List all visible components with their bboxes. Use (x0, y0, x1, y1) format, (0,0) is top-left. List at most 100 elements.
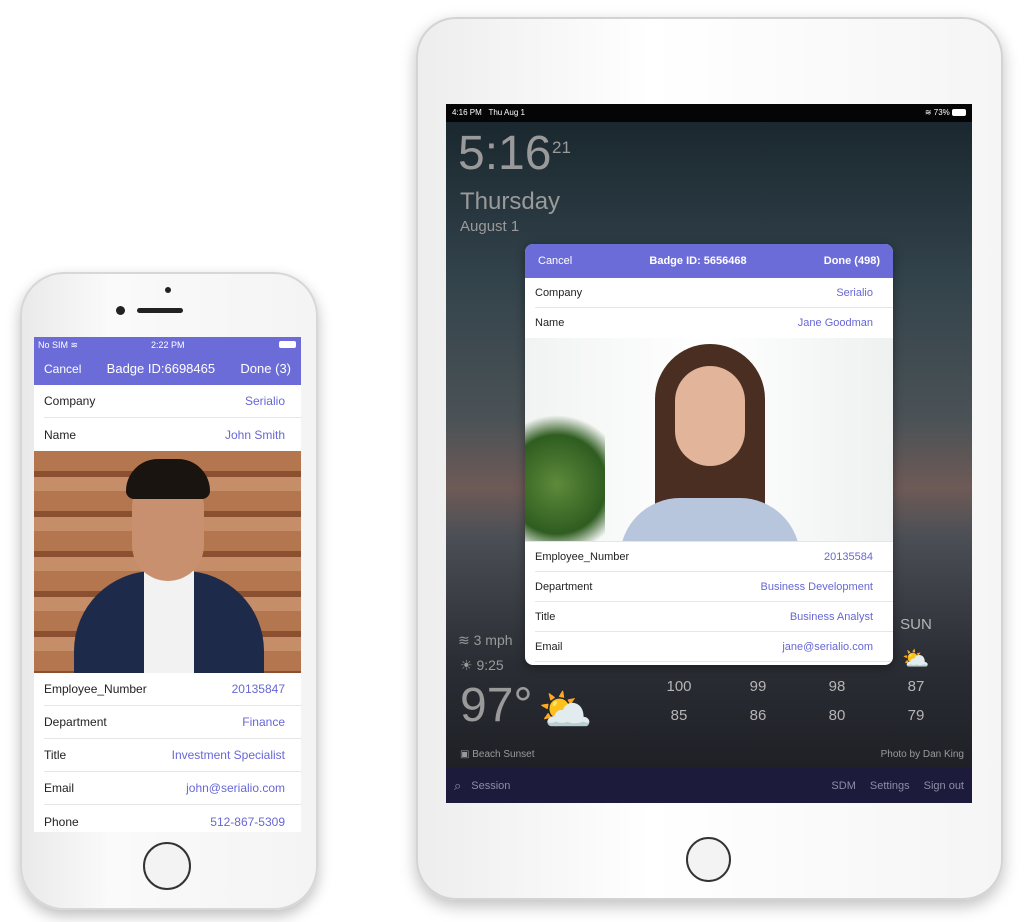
field-value: 20135847 (231, 682, 285, 696)
camera-icon: ▣ (460, 749, 473, 760)
wifi-icon: ≋ (70, 340, 79, 350)
front-camera (116, 306, 125, 315)
badge-photo (34, 451, 301, 673)
status-time: 4:16 PM (452, 108, 482, 117)
forecast-high: 100 (666, 678, 692, 695)
battery-percent: 73% (933, 108, 950, 117)
forecast-low: 86 (749, 707, 767, 724)
field-employee-number: Employee_Number 20135584 (535, 542, 893, 572)
field-value: Investment Specialist (171, 748, 285, 762)
clock-date: August 1 (460, 218, 520, 235)
nav-bar: Cancel Badge ID:6698465 Done (3) (34, 352, 301, 385)
field-title: Title Business Analyst (535, 602, 893, 632)
forecast-high: 99 (749, 678, 767, 695)
ipad-device: 4:16 PM Thu Aug 1 ≋ 73% 5:16 21 Thursday… (416, 17, 1003, 900)
status-bar: No SIM ≋ 2:22 PM (34, 337, 301, 352)
cancel-button[interactable]: Cancel (538, 255, 572, 267)
field-department: Department Business Development (535, 572, 893, 602)
clock-time: 5:16 (458, 127, 552, 180)
field-value: Business Analyst (789, 610, 873, 623)
field-label: Company (44, 394, 96, 408)
clock-day: Thursday (460, 188, 561, 215)
field-label: Title (535, 610, 556, 623)
phone-link[interactable]: 512-867-5309 (210, 815, 285, 829)
home-button[interactable] (143, 842, 191, 890)
field-employee-number: Employee_Number 20135847 (44, 673, 301, 706)
photo-credit: Photo by Dan King (880, 749, 964, 760)
wind-speed: 3 mph (473, 632, 513, 648)
done-button[interactable]: Done (498) (824, 255, 880, 267)
field-name: Name Jane Goodman (535, 308, 893, 338)
field-name: Name John Smith (44, 418, 301, 451)
field-label: Name (44, 427, 77, 442)
field-label: Name (535, 317, 565, 329)
field-email: Email john@serialio.com (44, 772, 301, 805)
badge-title: Badge ID: 5656468 (649, 255, 747, 267)
wifi-icon: ≋ (924, 108, 934, 117)
forecast-high: 98 (828, 678, 846, 695)
field-label: Email (535, 640, 563, 653)
forecast-low: 80 (828, 707, 846, 724)
status-bar: 4:16 PM Thu Aug 1 ≋ 73% (446, 104, 972, 122)
field-label: Department (535, 580, 593, 593)
clock-seconds: 21 (552, 138, 571, 157)
modal-header: Cancel Badge ID: 5656468 Done (498) (525, 244, 893, 278)
sensor (165, 287, 171, 293)
carrier: No SIM (38, 340, 69, 350)
sign-out-button[interactable]: Sign out (924, 780, 964, 792)
field-phone: Phone 512-867-5309 (44, 805, 301, 832)
field-label: Department (44, 715, 107, 729)
field-value: Business Development (760, 580, 873, 593)
field-label: Email (44, 781, 75, 795)
field-label: Employee_Number (44, 682, 147, 696)
partly-cloudy-icon: ⛅ (538, 686, 593, 735)
wind: ≋ 3 mph (458, 632, 513, 649)
photo-title: ▣ Beach Sunset (460, 749, 535, 760)
field-value: John Smith (224, 427, 285, 442)
field-value: Jane Goodman (797, 317, 873, 329)
forecast-day: SUN ⛅ 87 79 (886, 616, 946, 724)
phone-screen: No SIM ≋ 2:22 PM Cancel Badge ID:6698465… (34, 337, 301, 832)
cancel-button[interactable]: Cancel (44, 362, 81, 376)
speaker (137, 308, 183, 313)
email-link[interactable]: john@serialio.com (186, 781, 285, 795)
field-value: Serialio (836, 286, 873, 299)
wind-icon: ≋ (458, 632, 474, 648)
sunset-time: 9:25 (476, 657, 504, 673)
field-label: Phone (44, 814, 79, 829)
sun-cloud-icon: ⛅ (902, 646, 930, 671)
field-department: Department Finance (44, 706, 301, 739)
battery-icon (279, 341, 296, 348)
field-label: Title (44, 748, 67, 762)
search-icon[interactable]: ⌕ (454, 778, 461, 794)
field-email: Email jane@serialio.com (535, 632, 893, 662)
badge-title: Badge ID:6698465 (106, 361, 216, 376)
field-label: Company (535, 286, 583, 299)
status-time: 2:22 PM (151, 340, 185, 350)
battery-icon (952, 109, 966, 117)
field-value: Finance (242, 715, 285, 729)
tablet-screen: 4:16 PM Thu Aug 1 ≋ 73% 5:16 21 Thursday… (446, 104, 972, 803)
sunset-icon: ☀ (460, 657, 477, 673)
home-button[interactable] (686, 837, 731, 882)
current-temp: 97° (460, 679, 533, 732)
field-value: 20135584 (824, 550, 873, 563)
field-company: Company Serialio (44, 385, 301, 418)
forecast-low: 79 (907, 707, 925, 724)
field-company: Company Serialio (535, 278, 893, 308)
iphone-device: No SIM ≋ 2:22 PM Cancel Badge ID:6698465… (20, 272, 318, 910)
badge-modal: Cancel Badge ID: 5656468 Done (498) Comp… (525, 244, 893, 665)
bottom-bar: ⌕ Session SDM Settings Sign out (446, 768, 972, 803)
sdm-button[interactable]: SDM (831, 780, 855, 792)
settings-button[interactable]: Settings (870, 780, 910, 792)
forecast-low: 85 (670, 707, 688, 724)
session-search[interactable]: Session (471, 780, 510, 792)
sunset: ☀ 9:25 (460, 657, 504, 674)
field-title: Title Investment Specialist (44, 739, 301, 772)
email-link[interactable]: jane@serialio.com (782, 641, 873, 653)
field-value: Serialio (244, 394, 285, 408)
field-label: Employee_Number (535, 550, 630, 563)
badge-photo (525, 338, 893, 542)
done-button[interactable]: Done (3) (240, 361, 291, 376)
forecast-high: 87 (907, 678, 925, 695)
